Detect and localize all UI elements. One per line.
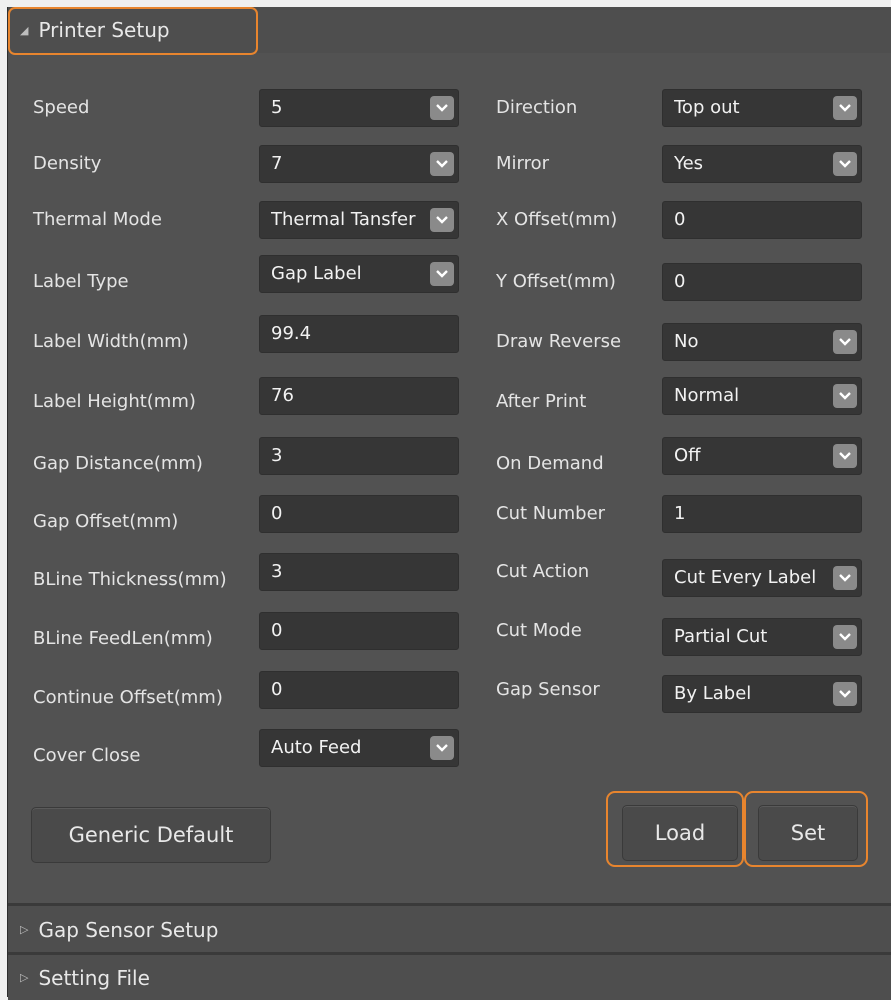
chevron-down-icon[interactable] — [833, 152, 857, 176]
gap-sensor-setup-title: Gap Sensor Setup — [38, 917, 219, 942]
x-offset-input[interactable]: 0 — [662, 201, 862, 239]
density-label: Density — [33, 153, 102, 174]
setting-file-header[interactable]: ▷ Setting File — [8, 952, 891, 1000]
after-print-select[interactable]: Normal — [662, 377, 862, 415]
triangle-collapsed-icon: ▷ — [20, 923, 29, 936]
cut-number-input[interactable]: 1 — [662, 495, 862, 533]
row-speed: Speed 5 Direction Top out — [8, 89, 891, 127]
chevron-down-icon[interactable] — [833, 96, 857, 120]
on-demand-select[interactable]: Off — [662, 437, 862, 475]
row-continue-offset: Continue Offset(mm) 0 Gap Sensor By Labe… — [8, 671, 891, 713]
label-width-label: Label Width(mm) — [33, 331, 189, 352]
bline-thickness-label: BLine Thickness(mm) — [33, 569, 227, 590]
chevron-down-icon[interactable] — [430, 96, 454, 120]
speed-label: Speed — [33, 97, 90, 118]
speed-select[interactable]: 5 — [259, 89, 459, 127]
row-cover-close: Cover Close Auto Feed — [8, 729, 891, 767]
printer-setup-header[interactable]: ◢ Printer Setup — [8, 7, 891, 55]
continue-offset-label: Continue Offset(mm) — [33, 687, 223, 708]
gap-sensor-select[interactable]: By Label — [662, 675, 862, 713]
bline-feedlen-input[interactable]: 0 — [259, 612, 459, 650]
label-type-label: Label Type — [33, 271, 129, 292]
gap-sensor-setup-header[interactable]: ▷ Gap Sensor Setup — [8, 903, 891, 953]
y-offset-input[interactable]: 0 — [662, 263, 862, 301]
direction-label: Direction — [496, 97, 578, 118]
chevron-down-icon[interactable] — [833, 384, 857, 408]
row-label-width: Label Width(mm) 99.4 Draw Reverse No — [8, 315, 891, 361]
density-select[interactable]: 7 — [259, 145, 459, 183]
bline-feedlen-label: BLine FeedLen(mm) — [33, 628, 213, 649]
row-gap-distance: Gap Distance(mm) 3 On Demand Off — [8, 437, 891, 475]
gap-sensor-label: Gap Sensor — [496, 679, 600, 700]
triangle-expanded-icon: ◢ — [20, 23, 29, 37]
chevron-down-icon[interactable] — [833, 330, 857, 354]
row-label-height: Label Height(mm) 76 After Print Normal — [8, 377, 891, 415]
thermal-mode-label: Thermal Mode — [33, 209, 162, 230]
on-demand-label: On Demand — [496, 453, 604, 474]
label-width-input[interactable]: 99.4 — [259, 315, 459, 353]
chevron-down-icon[interactable] — [430, 736, 454, 760]
direction-select[interactable]: Top out — [662, 89, 862, 127]
cut-mode-label: Cut Mode — [496, 620, 582, 641]
chevron-down-icon[interactable] — [833, 625, 857, 649]
chevron-down-icon[interactable] — [833, 566, 857, 590]
bline-thickness-input[interactable]: 3 — [259, 553, 459, 591]
continue-offset-input[interactable]: 0 — [259, 671, 459, 709]
gap-distance-input[interactable]: 3 — [259, 437, 459, 475]
generic-default-button[interactable]: Generic Default — [31, 807, 271, 863]
mirror-select[interactable]: Yes — [662, 145, 862, 183]
load-button[interactable]: Load — [622, 805, 738, 861]
mirror-label: Mirror — [496, 153, 550, 174]
chevron-down-icon[interactable] — [430, 262, 454, 286]
row-density: Density 7 Mirror Yes — [8, 145, 891, 183]
gap-offset-input[interactable]: 0 — [259, 495, 459, 533]
after-print-label: After Print — [496, 391, 587, 412]
chevron-down-icon[interactable] — [833, 444, 857, 468]
set-button[interactable]: Set — [758, 805, 858, 861]
row-bline-feedlen: BLine FeedLen(mm) 0 Cut Mode Partial Cut — [8, 612, 891, 656]
cut-action-select[interactable]: Cut Every Label — [662, 559, 862, 597]
row-gap-offset: Gap Offset(mm) 0 Cut Number 1 — [8, 495, 891, 533]
chevron-down-icon[interactable] — [430, 152, 454, 176]
y-offset-label: Y Offset(mm) — [496, 271, 616, 292]
cut-action-label: Cut Action — [496, 561, 590, 582]
printer-settings-panel: ◢ Printer Setup Speed 5 Direction Top ou… — [7, 7, 891, 1000]
thermal-mode-select[interactable]: Thermal Tansfer — [259, 201, 459, 239]
draw-reverse-select[interactable]: No — [662, 323, 862, 361]
row-label-type: Label Type Gap Label Y Offset(mm) 0 — [8, 255, 891, 301]
label-height-input[interactable]: 76 — [259, 377, 459, 415]
draw-reverse-label: Draw Reverse — [496, 331, 622, 352]
chevron-down-icon[interactable] — [430, 208, 454, 232]
printer-setup-title: Printer Setup — [38, 18, 170, 42]
row-bline-thickness: BLine Thickness(mm) 3 Cut Action Cut Eve… — [8, 553, 891, 597]
label-type-select[interactable]: Gap Label — [259, 255, 459, 293]
gap-distance-label: Gap Distance(mm) — [33, 453, 203, 474]
setting-file-title: Setting File — [38, 965, 150, 990]
cut-mode-select[interactable]: Partial Cut — [662, 618, 862, 656]
label-height-label: Label Height(mm) — [33, 391, 196, 412]
row-thermal-mode: Thermal Mode Thermal Tansfer X Offset(mm… — [8, 201, 891, 239]
triangle-collapsed-icon: ▷ — [20, 971, 29, 984]
x-offset-label: X Offset(mm) — [496, 209, 618, 230]
cover-close-label: Cover Close — [33, 745, 141, 766]
cover-close-select[interactable]: Auto Feed — [259, 729, 459, 767]
gap-offset-label: Gap Offset(mm) — [33, 511, 179, 532]
chevron-down-icon[interactable] — [833, 682, 857, 706]
cut-number-label: Cut Number — [496, 503, 606, 524]
